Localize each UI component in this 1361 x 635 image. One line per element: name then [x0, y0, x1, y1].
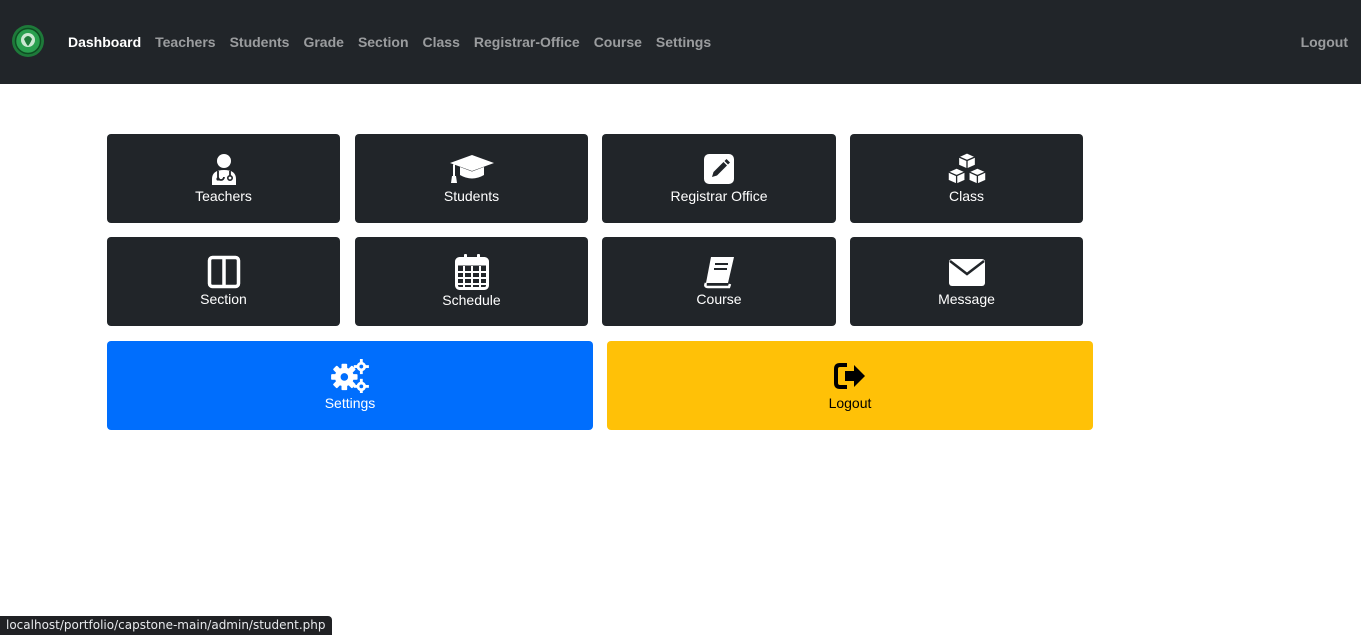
- graduation-cap-icon: [449, 154, 494, 183]
- message-tile[interactable]: Message: [850, 237, 1083, 326]
- pen-square-icon: [704, 153, 734, 184]
- section-label: Section: [200, 290, 247, 307]
- nav-registrar-office[interactable]: Registrar-Office: [474, 34, 580, 50]
- logout-tile[interactable]: Logout: [607, 341, 1093, 430]
- cubes-icon: [946, 151, 987, 185]
- schedule-label: Schedule: [442, 291, 501, 308]
- nav-section[interactable]: Section: [358, 34, 409, 50]
- columns-icon: [207, 255, 240, 288]
- nav-students[interactable]: Students: [230, 34, 290, 50]
- book-icon: [704, 256, 734, 288]
- nav-course[interactable]: Course: [594, 34, 642, 50]
- course-label: Course: [696, 290, 742, 307]
- registrar-office-label: Registrar Office: [670, 187, 768, 204]
- nav-class[interactable]: Class: [423, 34, 460, 50]
- students-tile[interactable]: Students: [355, 134, 588, 223]
- teachers-label: Teachers: [195, 187, 252, 204]
- schedule-tile[interactable]: Schedule: [355, 237, 588, 326]
- sign-out-icon: [834, 362, 865, 389]
- nav-teachers[interactable]: Teachers: [155, 34, 215, 50]
- link-status-bar: localhost/portfolio/capstone-main/admin/…: [0, 616, 332, 635]
- nav-links: Dashboard Teachers Students Grade Sectio…: [68, 0, 725, 84]
- top-navbar: Dashboard Teachers Students Grade Sectio…: [0, 0, 1361, 84]
- settings-tile[interactable]: Settings: [107, 341, 593, 430]
- message-label: Message: [938, 290, 995, 307]
- nav-logout[interactable]: Logout: [1301, 0, 1348, 84]
- settings-label: Settings: [324, 394, 376, 411]
- nav-settings[interactable]: Settings: [656, 34, 711, 50]
- teachers-tile[interactable]: Teachers: [107, 134, 340, 223]
- course-tile[interactable]: Course: [602, 237, 836, 326]
- envelope-icon: [948, 258, 985, 286]
- school-logo[interactable]: [12, 25, 44, 57]
- nav-dashboard[interactable]: Dashboard: [68, 34, 141, 50]
- class-label: Class: [948, 187, 984, 204]
- class-tile[interactable]: Class: [850, 134, 1083, 223]
- user-doctor-icon: [211, 153, 236, 185]
- nav-grade[interactable]: Grade: [303, 34, 343, 50]
- students-label: Students: [443, 187, 500, 204]
- logout-label: Logout: [828, 394, 872, 411]
- section-tile[interactable]: Section: [107, 237, 340, 326]
- gears-icon: [331, 358, 369, 393]
- registrar-office-tile[interactable]: Registrar Office: [602, 134, 836, 223]
- calendar-icon: [454, 253, 489, 290]
